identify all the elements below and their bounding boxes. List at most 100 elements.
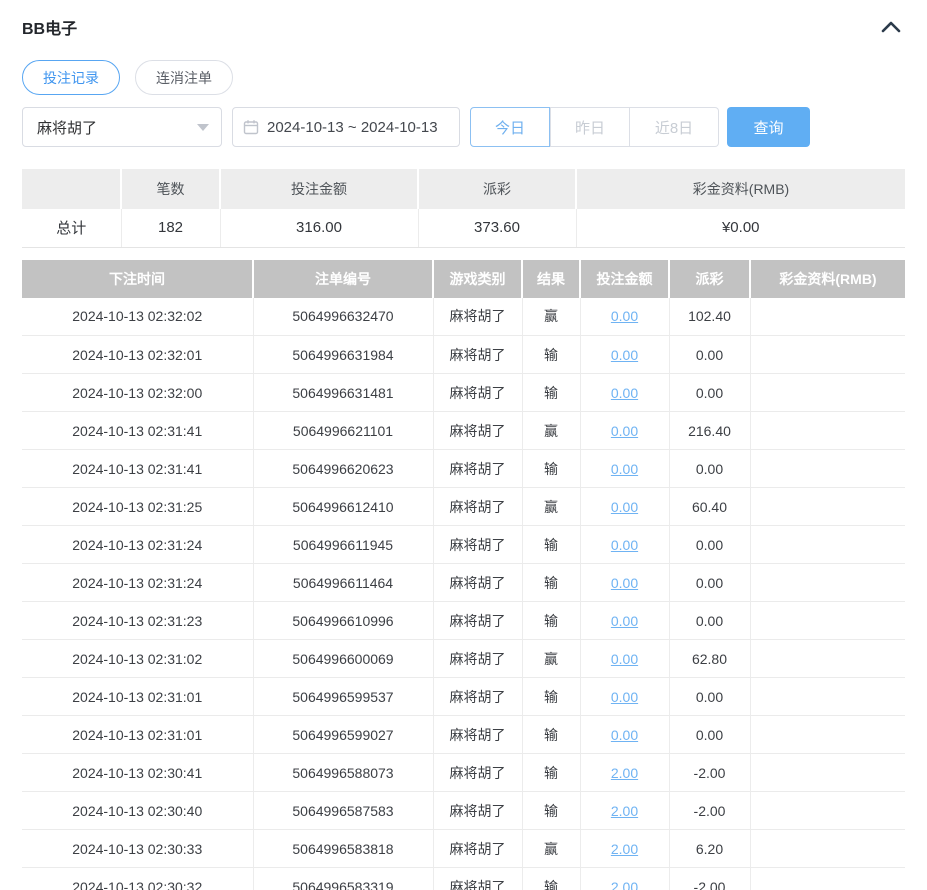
summary-total-label: 总计: [22, 209, 121, 248]
bet-amount-cell: 0.00: [579, 715, 669, 754]
game-type-cell: 麻将胡了: [432, 715, 522, 754]
bet-amount-link[interactable]: 0.00: [611, 347, 638, 363]
table-row: 2024-10-13 02:31:24 5064996611464 麻将胡了输 0.0…: [22, 563, 905, 602]
table-row: 2024-10-13 02:31:23 5064996610996 麻将胡了输 0.0…: [22, 601, 905, 640]
bonus-cell: [749, 487, 905, 526]
summary-header-empty: [22, 169, 121, 209]
result-cell: 赢: [521, 829, 580, 868]
table-row: 2024-10-13 02:31:01 5064996599537 麻将胡了输 0.0…: [22, 677, 905, 716]
result-cell: 输: [521, 677, 580, 716]
result-cell: 输: [521, 715, 580, 754]
bonus-cell: [749, 829, 905, 868]
table-row: 2024-10-13 02:31:25 5064996612410 麻将胡了赢 0.0…: [22, 487, 905, 526]
bet-amount-link[interactable]: 0.00: [611, 689, 638, 705]
date-range-value: 2024-10-13 ~ 2024-10-13: [267, 118, 438, 136]
bet-time-cell: 2024-10-13 02:31:02: [22, 639, 253, 678]
order-number-cell: 5064996588073: [252, 753, 433, 792]
payout-cell: 0.00: [668, 563, 750, 602]
table-row: 2024-10-13 02:31:02 5064996600069 麻将胡了赢 0.0…: [22, 639, 905, 678]
table-row: 2024-10-13 02:30:41 5064996588073 麻将胡了输 2.0…: [22, 753, 905, 792]
yesterday-button[interactable]: 昨日: [550, 107, 630, 147]
table-row: 2024-10-13 02:30:40 5064996587583 麻将胡了输 2.0…: [22, 791, 905, 830]
summary-header-payout: 派彩: [417, 169, 576, 209]
bonus-cell: [749, 791, 905, 830]
table-row: 2024-10-13 02:31:24 5064996611945 麻将胡了输 0.0…: [22, 525, 905, 564]
bet-time-cell: 2024-10-13 02:32:01: [22, 335, 253, 374]
bet-amount-cell: 2.00: [579, 867, 669, 890]
table-row: 2024-10-13 02:32:02 5064996632470 麻将胡了赢 0.0…: [22, 297, 905, 336]
bet-amount-link[interactable]: 0.00: [611, 727, 638, 743]
calendar-icon: [243, 120, 259, 135]
table-row: 2024-10-13 02:31:41 5064996621101 麻将胡了赢 0.0…: [22, 411, 905, 450]
order-number-cell: 5064996632470: [252, 297, 433, 336]
bet-amount-cell: 0.00: [579, 677, 669, 716]
payout-cell: 216.40: [668, 411, 750, 450]
bet-amount-cell: 0.00: [579, 525, 669, 564]
bet-amount-link[interactable]: 2.00: [611, 803, 638, 819]
search-button[interactable]: 查询: [727, 107, 810, 147]
bet-amount-link[interactable]: 2.00: [611, 841, 638, 857]
panel-header: BB电子: [22, 16, 905, 38]
result-cell: 输: [521, 525, 580, 564]
bonus-cell: [749, 335, 905, 374]
order-number-cell: 5064996611464: [252, 563, 433, 602]
header-result: 结果: [521, 259, 580, 298]
result-cell: 输: [521, 335, 580, 374]
bet-amount-link[interactable]: 2.00: [611, 879, 638, 890]
game-select-value: 麻将胡了: [37, 119, 98, 137]
bet-amount-link[interactable]: 0.00: [611, 461, 638, 477]
order-number-cell: 5064996620623: [252, 449, 433, 488]
game-type-cell: 麻将胡了: [432, 601, 522, 640]
summary-total-payout: 373.60: [417, 209, 576, 248]
header-order-number: 注单编号: [252, 259, 433, 298]
game-type-cell: 麻将胡了: [432, 373, 522, 412]
bet-amount-link[interactable]: 0.00: [611, 613, 638, 629]
game-type-cell: 麻将胡了: [432, 753, 522, 792]
summary-header-bet-amount: 投注金额: [219, 169, 418, 209]
bet-amount-cell: 0.00: [579, 373, 669, 412]
chevron-up-icon[interactable]: [879, 17, 903, 37]
game-type-cell: 麻将胡了: [432, 563, 522, 602]
bet-time-cell: 2024-10-13 02:31:24: [22, 525, 253, 564]
records-table: 下注时间 注单编号 游戏类别 结果 投注金额 派彩 彩金资料(RMB) 2024…: [22, 259, 905, 890]
result-cell: 输: [521, 753, 580, 792]
bet-amount-link[interactable]: 0.00: [611, 537, 638, 553]
last-8-days-button[interactable]: 近8日: [630, 107, 719, 147]
bet-time-cell: 2024-10-13 02:31:01: [22, 677, 253, 716]
summary-header-count: 笔数: [120, 169, 220, 209]
bet-amount-link[interactable]: 0.00: [611, 385, 638, 401]
today-button[interactable]: 今日: [470, 107, 550, 147]
date-range-input[interactable]: 2024-10-13 ~ 2024-10-13: [232, 107, 460, 147]
game-select[interactable]: 麻将胡了: [22, 107, 222, 147]
summary-total-row: 总计 182 316.00 373.60 ¥0.00: [22, 209, 905, 248]
game-type-cell: 麻将胡了: [432, 335, 522, 374]
bet-amount-link[interactable]: 0.00: [611, 651, 638, 667]
order-number-cell: 5064996583319: [252, 867, 433, 890]
summary-total-bet-amount: 316.00: [219, 209, 418, 248]
order-number-cell: 5064996599027: [252, 715, 433, 754]
order-number-cell: 5064996631984: [252, 335, 433, 374]
bonus-cell: [749, 715, 905, 754]
bet-amount-link[interactable]: 0.00: [611, 499, 638, 515]
page-title: BB电子: [22, 21, 78, 38]
filter-bar: 麻将胡了 2024-10-13 ~ 2024-10-13 今日 昨日 近8日 查…: [22, 107, 905, 147]
table-row: 2024-10-13 02:31:01 5064996599027 麻将胡了输 0.0…: [22, 715, 905, 754]
bet-time-cell: 2024-10-13 02:30:32: [22, 867, 253, 890]
header-game-type: 游戏类别: [432, 259, 522, 298]
result-cell: 赢: [521, 411, 580, 450]
bonus-cell: [749, 867, 905, 890]
bet-amount-link[interactable]: 0.00: [611, 423, 638, 439]
tab-cancelled-orders[interactable]: 连消注单: [135, 60, 233, 95]
payout-cell: 0.00: [668, 601, 750, 640]
bet-amount-link[interactable]: 0.00: [611, 308, 638, 324]
table-row: 2024-10-13 02:31:41 5064996620623 麻将胡了输 0.0…: [22, 449, 905, 488]
summary-header-bonus: 彩金资料(RMB): [575, 169, 905, 209]
game-type-cell: 麻将胡了: [432, 449, 522, 488]
tab-bet-records[interactable]: 投注记录: [22, 60, 120, 95]
bet-amount-link[interactable]: 0.00: [611, 575, 638, 591]
bet-records-panel: BB电子 投注记录 连消注单 麻将胡了 2024-10-13 ~ 2024-10…: [0, 0, 927, 890]
bonus-cell: [749, 601, 905, 640]
bet-amount-link[interactable]: 2.00: [611, 765, 638, 781]
bet-time-cell: 2024-10-13 02:31:01: [22, 715, 253, 754]
order-number-cell: 5064996587583: [252, 791, 433, 830]
